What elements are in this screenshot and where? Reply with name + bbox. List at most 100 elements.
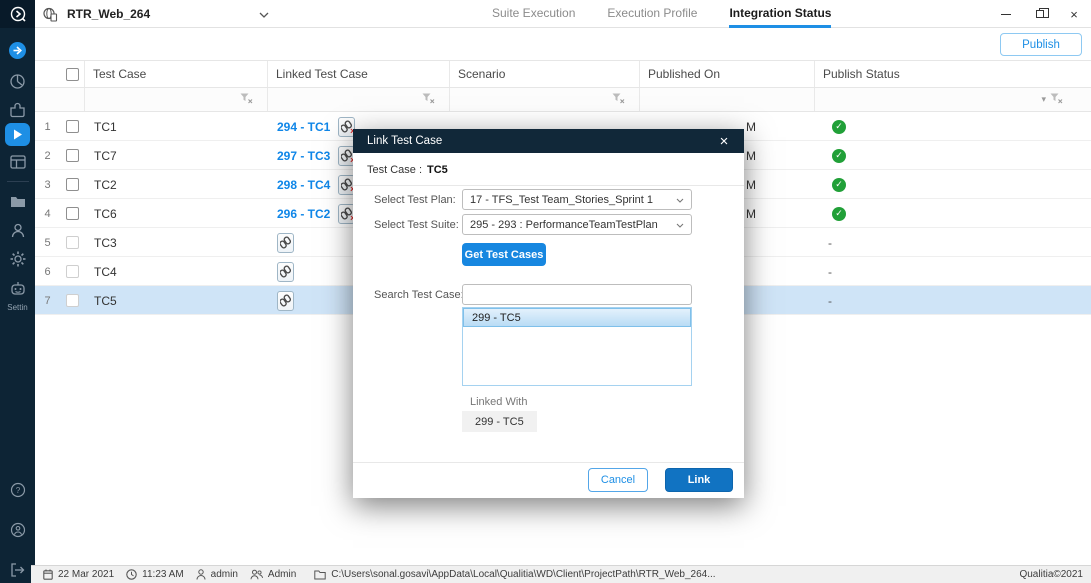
published-check-icon: ✓ (832, 207, 846, 221)
modal-close-icon[interactable]: × (712, 129, 736, 153)
test-case-name: TC4 (85, 257, 268, 286)
folder-icon (314, 570, 326, 580)
logout-icon[interactable] (0, 557, 35, 583)
publish-status-cell: ✓ (815, 141, 1091, 170)
statusbar-time: 11:23 AM (126, 569, 184, 580)
execute-icon[interactable] (5, 123, 30, 146)
get-test-cases-button[interactable]: Get Test Cases (462, 243, 546, 266)
filter-publish-status-icon[interactable] (1050, 93, 1063, 107)
table-header-row: Test Case Linked Test Case Scenario Publ… (35, 60, 1091, 88)
close-button[interactable]: × (1057, 0, 1091, 28)
modal-header: Link Test Case × (353, 129, 744, 153)
filter-scenario-icon[interactable] (612, 93, 625, 107)
row-checkbox[interactable] (66, 120, 79, 133)
repository-icon[interactable] (0, 188, 35, 214)
row-checkbox[interactable] (66, 207, 79, 220)
link-button[interactable]: Link (665, 468, 733, 492)
row-number: 5 (35, 228, 60, 257)
published-check-icon: ✓ (832, 178, 846, 192)
window-controls: × (989, 0, 1091, 28)
sidebar-divider (7, 181, 29, 182)
titlebar: RTR_Web_264 Suite Execution Execution Pro… (0, 0, 1091, 28)
row-number: 6 (35, 257, 60, 286)
project-icon (42, 7, 58, 22)
col-header-linked-test-case: Linked Test Case (268, 67, 368, 81)
publish-status-dash: - (828, 236, 832, 250)
test-case-listbox: 299 - TC5 (462, 307, 692, 386)
select-test-plan-label: Select Test Plan: (374, 194, 456, 206)
col-header-published-on: Published On (640, 67, 720, 81)
linked-test-case-link[interactable]: 298 - TC4 (277, 178, 330, 192)
project-chevron-down-icon[interactable] (259, 5, 269, 23)
col-header-publish-status: Publish Status (815, 67, 900, 81)
qualitia-logo-icon (9, 5, 27, 23)
users-icon[interactable] (0, 217, 35, 243)
row-number: 3 (35, 170, 60, 199)
users-group-icon (250, 569, 263, 580)
svg-text:?: ? (15, 486, 20, 495)
row-checkbox[interactable] (66, 265, 79, 278)
statusbar-user: admin (196, 569, 238, 580)
publish-status-cell: - (815, 286, 1091, 315)
test-case-list-item[interactable]: 299 - TC5 (463, 308, 691, 327)
filter-linked-test-case-icon[interactable] (422, 93, 435, 107)
linked-test-case-link[interactable]: 294 - TC1 (277, 120, 330, 134)
row-checkbox[interactable] (66, 294, 79, 307)
account-icon[interactable] (0, 517, 35, 543)
settings-gear-icon[interactable] (0, 246, 35, 272)
sidebar-settings-label: Settin (7, 303, 27, 312)
publish-status-cell: ✓ (815, 199, 1091, 228)
help-icon[interactable]: ? (0, 477, 35, 503)
filter-publish-status-dropdown-icon[interactable]: ▾ (1041, 94, 1046, 105)
row-number: 1 (35, 112, 60, 141)
tab-integration-status[interactable]: Integration Status (729, 0, 831, 28)
link-test-case-icon[interactable] (277, 233, 294, 253)
statusbar-role: Admin (250, 569, 296, 580)
test-case-name: TC6 (85, 199, 268, 228)
link-test-case-icon[interactable] (277, 262, 294, 282)
test-suite-value: 295 - 293 : PerformanceTeamTestPlan (463, 219, 676, 231)
tab-execution-profile[interactable]: Execution Profile (607, 0, 697, 28)
bot-icon[interactable] (0, 275, 35, 301)
test-case-name: TC5 (85, 286, 268, 315)
user-icon (196, 569, 206, 580)
dashboard-icon[interactable] (0, 68, 35, 94)
row-number: 7 (35, 286, 60, 315)
published-check-icon: ✓ (832, 120, 846, 134)
publish-status-cell: - (815, 257, 1091, 286)
statusbar: 22 Mar 2021 11:23 AM admin Admin C:\User… (31, 565, 1091, 583)
test-case-name: TC2 (85, 170, 268, 199)
row-checkbox[interactable] (66, 236, 79, 249)
filter-test-case-icon[interactable] (240, 93, 253, 107)
row-checkbox[interactable] (66, 149, 79, 162)
publish-status-cell: - (815, 228, 1091, 257)
test-plan-select[interactable]: 17 - TFS_Test Team_Stories_Sprint 1 (462, 189, 692, 210)
suites-icon[interactable] (0, 149, 35, 175)
minimize-button[interactable] (989, 0, 1023, 28)
app-window: RTR_Web_264 Suite Execution Execution Pro… (0, 0, 1091, 583)
test-case-value: TC5 (427, 164, 448, 176)
publish-button[interactable]: Publish (1000, 33, 1082, 56)
develop-icon[interactable] (0, 97, 35, 123)
project-name[interactable]: RTR_Web_264 (67, 7, 150, 21)
test-suite-select[interactable]: 295 - 293 : PerformanceTeamTestPlan (462, 214, 692, 235)
cancel-button[interactable]: Cancel (588, 468, 648, 492)
expand-icon[interactable] (9, 42, 26, 59)
link-test-case-icon[interactable] (277, 291, 294, 311)
search-test-case-label: Search Test Case: (374, 289, 464, 301)
publish-status-dash: - (828, 294, 832, 308)
select-all-checkbox[interactable] (66, 68, 79, 81)
statusbar-date: 22 Mar 2021 (43, 569, 114, 580)
linked-test-case-link[interactable]: 296 - TC2 (277, 207, 330, 221)
modal-title: Link Test Case (367, 135, 442, 147)
test-plan-chevron-down-icon (676, 194, 691, 206)
test-case-name: TC3 (85, 228, 268, 257)
restore-button[interactable] (1023, 0, 1057, 28)
search-test-case-input[interactable] (462, 284, 692, 305)
select-test-suite-label: Select Test Suite: (374, 219, 459, 231)
tab-bar: Suite Execution Execution Profile Integrat… (492, 0, 831, 28)
tab-suite-execution[interactable]: Suite Execution (492, 0, 575, 28)
published-check-icon: ✓ (832, 149, 846, 163)
linked-test-case-link[interactable]: 297 - TC3 (277, 149, 330, 163)
row-checkbox[interactable] (66, 178, 79, 191)
